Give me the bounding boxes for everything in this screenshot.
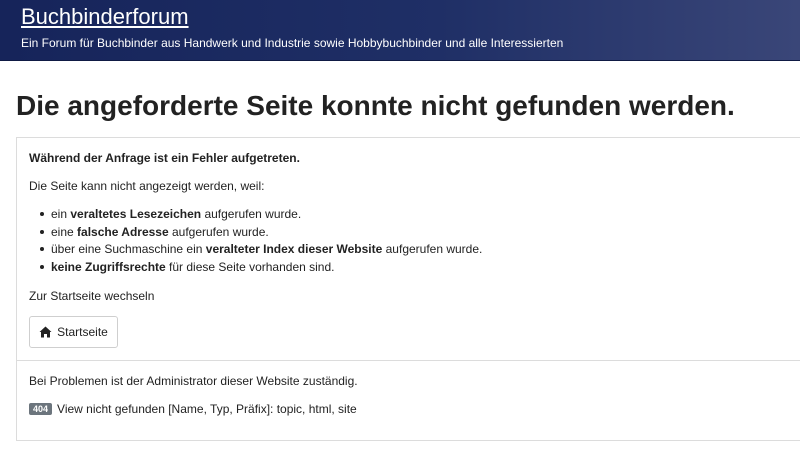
home-icon (39, 326, 52, 338)
site-description: Ein Forum für Buchbinder aus Handwerk un… (21, 36, 564, 50)
error-card: Während der Anfrage ist ein Fehler aufge… (16, 137, 800, 441)
error-message: View nicht gefunden [Name, Typ, Präfix]:… (57, 402, 357, 416)
reason-intro: Die Seite kann nicht angezeigt werden, w… (29, 179, 265, 193)
site-title-link[interactable]: Buchbinderforum (21, 4, 189, 30)
reason-list: ein veraltetes Lesezeichen aufgerufen wu… (29, 207, 482, 277)
reason-item: keine Zugriffsrechte für diese Seite vor… (29, 260, 482, 278)
page-title: Die angeforderte Seite konnte nicht gefu… (16, 90, 735, 121)
reason-item: eine falsche Adresse aufgerufen wurde. (29, 225, 482, 243)
admin-note: Bei Problemen ist der Administrator dies… (29, 374, 358, 388)
home-intro: Zur Startseite wechseln (29, 289, 155, 303)
reason-item: über eine Suchmaschine ein veralteter In… (29, 242, 482, 260)
site-header: Buchbinderforum Ein Forum für Buchbinder… (0, 0, 800, 61)
card-divider (17, 360, 800, 361)
reason-item: ein veraltetes Lesezeichen aufgerufen wu… (29, 207, 482, 225)
home-button-label: Startseite (57, 325, 108, 339)
home-button[interactable]: Startseite (29, 316, 118, 348)
error-heading: Während der Anfrage ist ein Fehler aufge… (29, 151, 300, 165)
error-detail: 404 View nicht gefunden [Name, Typ, Präf… (29, 402, 357, 416)
error-code-badge: 404 (29, 403, 53, 415)
